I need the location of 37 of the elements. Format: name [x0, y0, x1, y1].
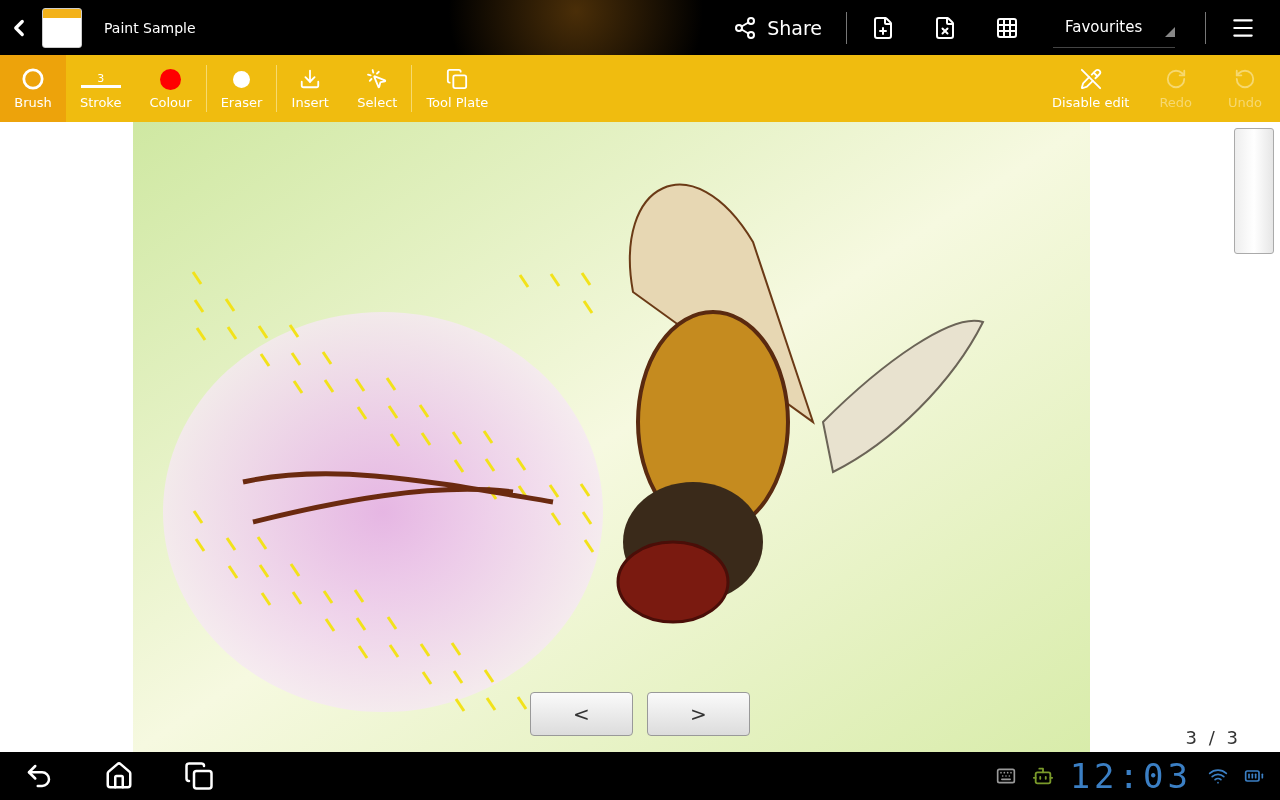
category-dropdown[interactable]: Favourites [1053, 7, 1175, 48]
app-title: Paint Sample [104, 19, 196, 36]
recent-apps-button[interactable] [184, 761, 214, 791]
wifi-icon [1208, 766, 1228, 786]
file-x-icon [933, 15, 957, 40]
grid-icon [995, 15, 1019, 40]
recent-apps-icon [184, 761, 214, 791]
eraser-dot-icon [232, 70, 250, 88]
clock: 12:03 [1069, 756, 1192, 796]
pencil-off-icon [1079, 68, 1102, 90]
select-icon [366, 68, 389, 90]
tool-button[interactable]: Colour [135, 55, 206, 122]
page-counter: 3 / 3 [1185, 727, 1238, 748]
keyboard-icon [995, 766, 1016, 786]
file-plus-icon [871, 15, 895, 40]
disable-edit-button[interactable]: Disable edit [1040, 55, 1142, 122]
next-page-button[interactable]: > [647, 692, 750, 736]
share-icon [733, 15, 758, 40]
stroke-width-indicator: 3 [80, 67, 121, 91]
redo-icon [1164, 68, 1187, 90]
tool-button[interactable]: Select [343, 55, 412, 122]
tool-button[interactable]: Insert [277, 55, 344, 122]
insert-icon [299, 68, 322, 90]
share-button[interactable]: Share [719, 7, 836, 48]
notepad-app-icon [42, 7, 82, 48]
scroll-handle[interactable] [1234, 128, 1274, 254]
home-button[interactable] [104, 761, 134, 791]
undo-icon [1234, 68, 1256, 90]
stacked-squares-icon [446, 68, 469, 90]
previous-page-button[interactable]: < [530, 692, 633, 736]
home-icon [104, 761, 134, 791]
tool-button[interactable]: Brush [0, 55, 66, 122]
tool-button[interactable]: 3 Stroke [66, 55, 136, 122]
circle-icon [22, 68, 44, 90]
robot-icon [1031, 765, 1054, 787]
tool-button[interactable]: Eraser [206, 55, 277, 122]
tool-button[interactable]: Tool Plate [412, 55, 503, 122]
